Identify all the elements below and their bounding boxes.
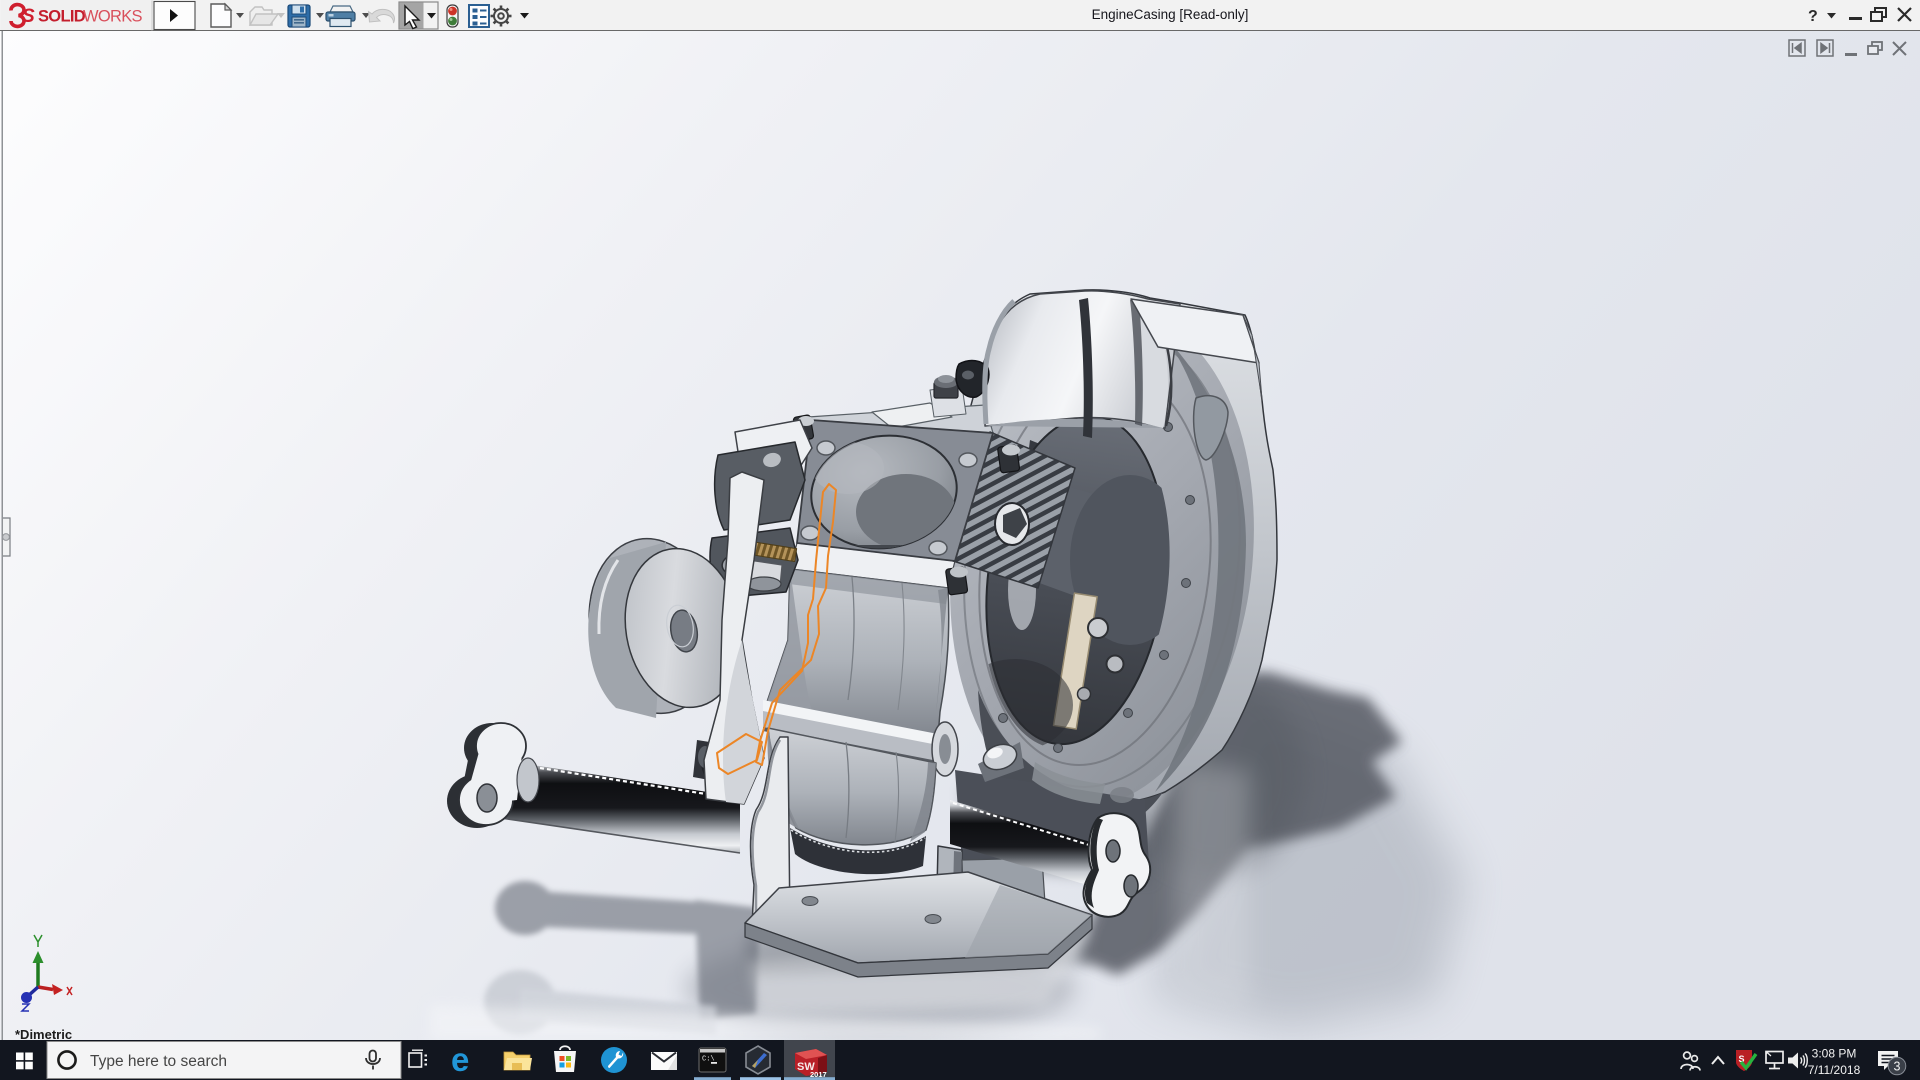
- svg-text:?: ?: [1808, 8, 1818, 25]
- svg-text:SOLID: SOLID: [38, 8, 86, 26]
- svg-text:WORKS: WORKS: [83, 8, 143, 26]
- svg-text:7/11/2018: 7/11/2018: [1808, 1063, 1861, 1077]
- svg-text:*Dimetric: *Dimetric: [15, 1027, 72, 1040]
- svg-text:3:08 PM: 3:08 PM: [1812, 1047, 1857, 1061]
- svg-text:3: 3: [1894, 1060, 1901, 1074]
- svg-text:Type here to search: Type here to search: [90, 1053, 227, 1070]
- svg-text:e: e: [451, 1041, 469, 1078]
- svg-text:S: S: [22, 6, 35, 27]
